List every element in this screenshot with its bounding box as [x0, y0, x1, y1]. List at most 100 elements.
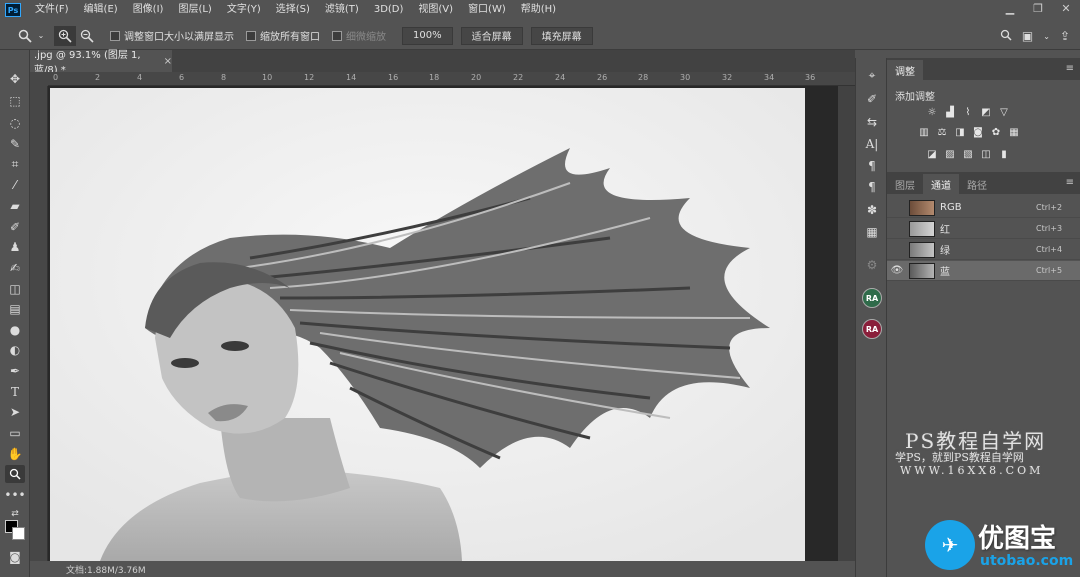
ra-plugin-icon[interactable]: RA — [862, 288, 882, 308]
more-tools-icon[interactable]: ••• — [4, 486, 25, 504]
ra-plugin-icon[interactable]: RA — [862, 319, 882, 339]
menu-window[interactable]: 窗口(W) — [460, 0, 513, 20]
menu-filter[interactable]: 滤镜(T) — [317, 0, 366, 20]
zoom-all-windows-checkbox[interactable]: 缩放所有窗口 — [246, 28, 320, 43]
path-select-tool-icon[interactable]: ➤ — [5, 403, 25, 421]
zoom-tool-icon[interactable] — [5, 465, 25, 483]
checkbox-box[interactable] — [246, 30, 256, 41]
menu-file[interactable]: 文件(F) — [27, 0, 76, 20]
workspace-icon[interactable]: ▣ — [1022, 29, 1033, 43]
color-balance-icon[interactable]: ⚖ — [935, 126, 949, 138]
plugin-icon[interactable]: ⚙ — [863, 256, 881, 274]
gradient-map-icon[interactable]: ▮ — [997, 148, 1011, 160]
zoom-in-icon[interactable] — [54, 25, 76, 46]
pen-tool-icon[interactable]: ✒ — [5, 362, 25, 380]
search-icon[interactable] — [1000, 29, 1012, 44]
history-icon[interactable]: ⌖ — [863, 66, 881, 84]
crop-tool-icon[interactable]: ⌗ — [5, 155, 25, 173]
brush-tool-icon[interactable]: ✐ — [5, 218, 25, 236]
type-tool-icon[interactable]: T — [5, 383, 25, 401]
character-icon[interactable]: A| — [863, 135, 881, 153]
menu-select[interactable]: 选择(S) — [268, 0, 317, 20]
brush-settings-icon[interactable]: ✐ — [863, 90, 881, 108]
menu-3d[interactable]: 3D(D) — [366, 0, 411, 20]
chevron-down-icon[interactable]: ⌄ — [1043, 32, 1050, 41]
restore-button[interactable]: ❐ — [1024, 0, 1052, 16]
tab-adjustments[interactable]: 调整 — [887, 60, 923, 80]
eyedropper-tool-icon[interactable]: ⁄ — [5, 176, 25, 194]
tab-channels[interactable]: 通道 — [923, 174, 959, 194]
scrubby-zoom-checkbox[interactable]: 细微缩放 — [332, 28, 386, 43]
chevron-down-icon[interactable]: ⌄ — [36, 26, 46, 46]
menu-help[interactable]: 帮助(H) — [513, 0, 563, 20]
minimize-button[interactable]: ▁ — [996, 0, 1024, 16]
menu-type[interactable]: 文字(Y) — [219, 0, 268, 20]
history-brush-tool-icon[interactable]: ✍ — [5, 259, 25, 277]
share-icon[interactable]: ⇪ — [1060, 29, 1070, 43]
resize-windows-checkbox[interactable]: 调整窗口大小以满屏显示 — [110, 28, 234, 43]
color-lookup-icon[interactable]: ▦ — [1007, 126, 1021, 138]
character-styles-icon[interactable]: ¶ — [863, 157, 881, 175]
channel-row-blue[interactable]: 👁 蓝 Ctrl+5 — [887, 261, 1080, 281]
menu-view[interactable]: 视图(V) — [410, 0, 460, 20]
invert-icon[interactable]: ◪ — [925, 148, 939, 160]
checkbox-box[interactable] — [332, 30, 342, 41]
brightness-icon[interactable]: ☼ — [925, 106, 939, 118]
healing-brush-tool-icon[interactable]: ▰ — [5, 197, 25, 215]
eye-icon[interactable]: 👁 — [889, 265, 905, 276]
fit-screen-button[interactable]: 适合屏幕 — [460, 26, 523, 45]
clone-stamp-tool-icon[interactable]: ♟ — [5, 238, 25, 256]
checkbox-box[interactable] — [110, 30, 120, 41]
hand-tool-icon[interactable]: ✋ — [5, 445, 25, 463]
brand-url: utobao.com — [980, 553, 1074, 569]
channel-row-green[interactable]: 绿 Ctrl+4 — [887, 240, 1080, 260]
channel-row-red[interactable]: 红 Ctrl+3 — [887, 219, 1080, 239]
menu-edit[interactable]: 编辑(E) — [76, 0, 125, 20]
swatches-icon[interactable]: ✽ — [863, 201, 881, 219]
lasso-tool-icon[interactable]: ◌ — [5, 114, 25, 132]
panel-menu-icon[interactable]: ≡ — [1066, 63, 1074, 74]
document-tab-bar: .jpg @ 93.1% (图层 1, 蓝/8) * × — [30, 50, 855, 76]
menu-layer[interactable]: 图层(L) — [170, 0, 218, 20]
zoom-tool-icon[interactable] — [14, 26, 36, 46]
grid-icon[interactable]: ▦ — [863, 223, 881, 241]
vertical-scrollbar[interactable] — [838, 86, 855, 561]
quick-mask-icon[interactable]: ◙ — [5, 548, 25, 566]
hue-saturation-icon[interactable]: ▥ — [917, 126, 931, 138]
selective-color-icon[interactable]: ◫ — [979, 148, 993, 160]
background-color-swatch[interactable] — [12, 527, 25, 540]
eraser-tool-icon[interactable]: ◫ — [5, 280, 25, 298]
ruler-label: 6 — [179, 73, 185, 82]
rectangle-tool-icon[interactable]: ▭ — [5, 424, 25, 442]
vibrance-icon[interactable]: ▽ — [997, 106, 1011, 118]
tab-layers[interactable]: 图层 — [887, 174, 923, 194]
paragraph-icon[interactable]: ¶ — [863, 178, 881, 196]
threshold-icon[interactable]: ▧ — [961, 148, 975, 160]
marquee-tool-icon[interactable]: ⬚ — [5, 92, 25, 110]
quick-select-tool-icon[interactable]: ✎ — [5, 135, 25, 153]
document-tab[interactable]: .jpg @ 93.1% (图层 1, 蓝/8) * × — [30, 50, 172, 76]
zoom-100-button[interactable]: 100% — [402, 26, 453, 45]
channel-mixer-icon[interactable]: ✿ — [989, 126, 1003, 138]
channel-shortcut: Ctrl+5 — [1036, 266, 1063, 275]
blur-tool-icon[interactable]: ● — [5, 321, 25, 339]
dodge-tool-icon[interactable]: ◐ — [5, 341, 25, 359]
posterize-icon[interactable]: ▨ — [943, 148, 957, 160]
tab-paths[interactable]: 路径 — [959, 174, 995, 194]
levels-icon[interactable]: ▟ — [943, 106, 957, 118]
close-icon[interactable]: × — [164, 56, 172, 67]
panel-menu-icon[interactable]: ≡ — [1066, 177, 1074, 188]
document-canvas[interactable] — [50, 88, 805, 561]
fill-screen-button[interactable]: 填充屏幕 — [530, 26, 593, 45]
close-button[interactable]: ✕ — [1052, 0, 1080, 16]
properties-icon[interactable]: ⇆ — [863, 113, 881, 131]
curves-icon[interactable]: ⌇ — [961, 106, 975, 118]
gradient-tool-icon[interactable]: ▤ — [5, 300, 25, 318]
channel-row-rgb[interactable]: RGB Ctrl+2 — [887, 198, 1080, 218]
photo-filter-icon[interactable]: ◙ — [971, 126, 985, 138]
exposure-icon[interactable]: ◩ — [979, 106, 993, 118]
black-white-icon[interactable]: ◨ — [953, 126, 967, 138]
move-tool-icon[interactable]: ✥ — [5, 70, 25, 88]
zoom-out-icon[interactable] — [76, 26, 98, 46]
menu-image[interactable]: 图像(I) — [125, 0, 171, 20]
